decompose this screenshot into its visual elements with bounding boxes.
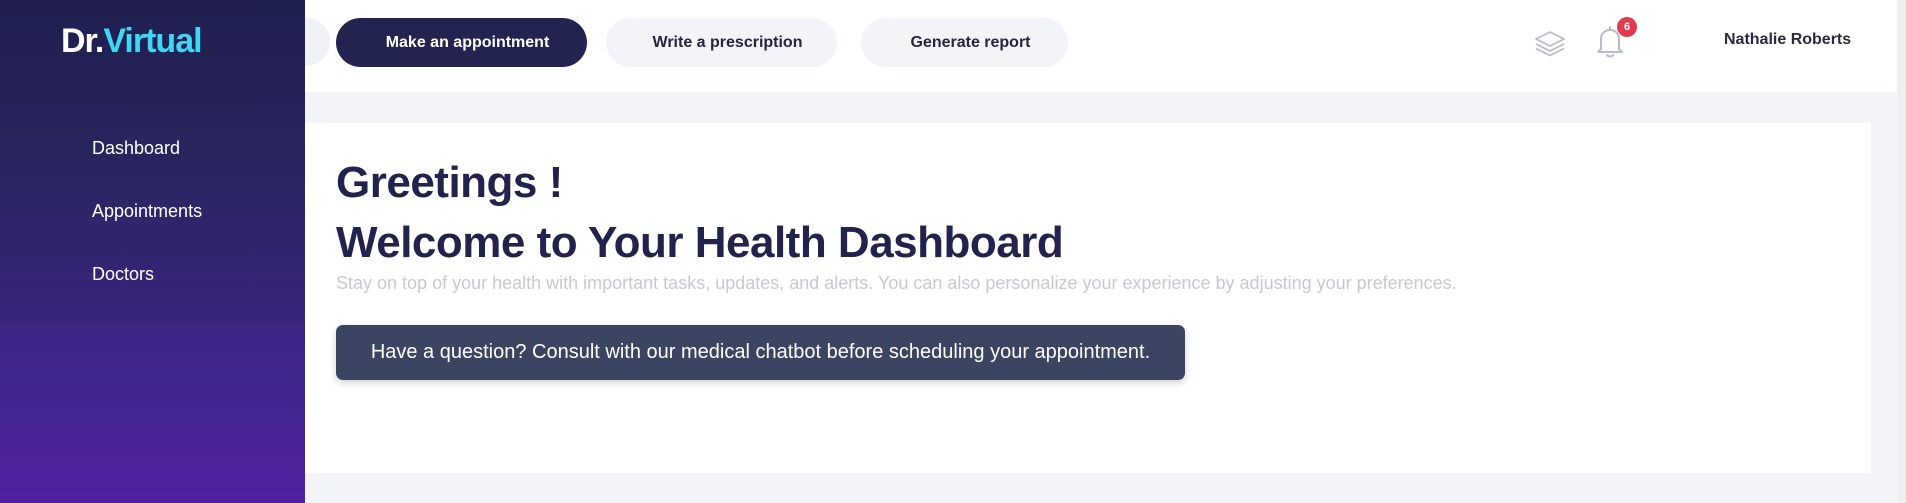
- app-logo[interactable]: Dr.Virtual: [61, 22, 203, 61]
- make-appointment-label: Make an appointment: [385, 33, 550, 51]
- make-appointment-button[interactable]: Make an appointment: [336, 18, 587, 67]
- hidden-action-button[interactable]: [305, 18, 330, 66]
- user-name[interactable]: Nathalie Roberts: [1724, 31, 1851, 49]
- logo-part-virtual: Virtual: [103, 22, 202, 60]
- sidebar-item-appointments[interactable]: Appointments: [92, 199, 202, 262]
- sidebar: Dr.Virtual Dashboard Appointments Doctor…: [0, 0, 305, 503]
- notification-count-badge: 6: [1617, 17, 1637, 37]
- layers-icon[interactable]: [1533, 26, 1567, 60]
- chatbot-consult-button[interactable]: Have a question? Consult with our medica…: [336, 325, 1185, 380]
- sidebar-nav: Dashboard Appointments Doctors: [92, 136, 202, 325]
- page-title: Welcome to Your Health Dashboard: [336, 218, 1064, 267]
- top-header: Make an appointment Write a prescription…: [305, 0, 1906, 92]
- sidebar-item-doctors[interactable]: Doctors: [92, 262, 202, 325]
- generate-report-button[interactable]: Generate report: [861, 18, 1068, 67]
- write-prescription-label: Write a prescription: [652, 33, 803, 51]
- generate-report-label: Generate report: [910, 33, 1031, 51]
- sidebar-item-dashboard[interactable]: Dashboard: [92, 136, 202, 199]
- write-prescription-button[interactable]: Write a prescription: [606, 18, 837, 67]
- page-subtitle: Stay on top of your health with importan…: [336, 273, 1457, 293]
- logo-part-dr: Dr.: [61, 22, 104, 60]
- dashboard-welcome-card: Greetings ! Welcome to Your Health Dashb…: [305, 123, 1871, 473]
- page-scrollbar[interactable]: [1897, 0, 1906, 503]
- greeting-heading: Greetings !: [336, 158, 563, 207]
